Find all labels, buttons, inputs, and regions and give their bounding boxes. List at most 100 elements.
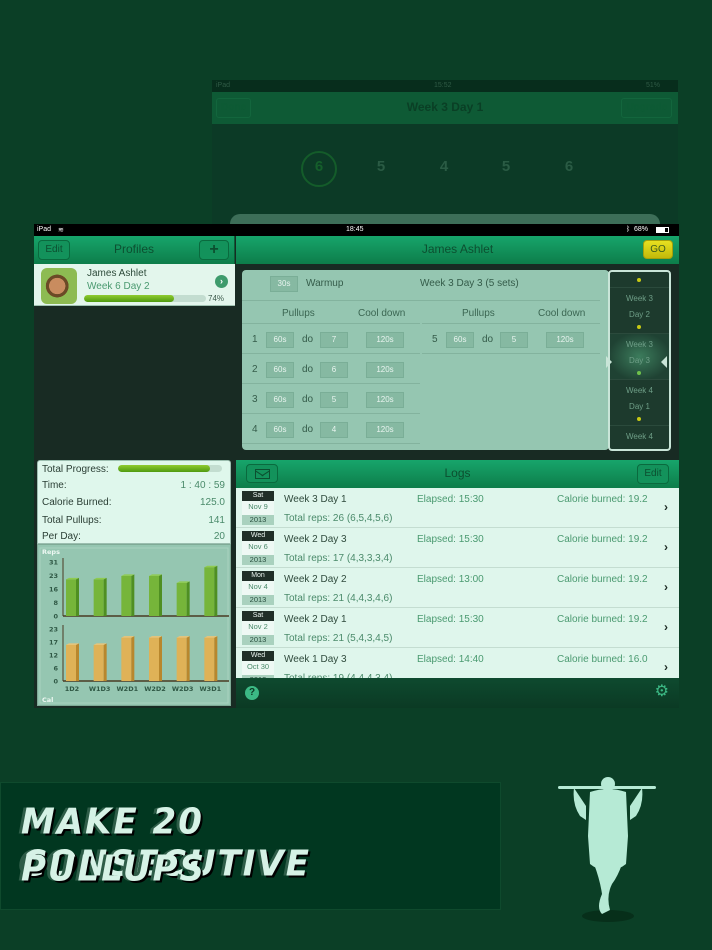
status-bar: iPad ≋ 18:45 ᛒ 68% bbox=[34, 224, 679, 236]
profile-detail-chevron-icon[interactable]: › bbox=[215, 275, 228, 288]
log-row[interactable]: Mon Nov 4 2013 Week 2 Day 2 Total reps: … bbox=[236, 568, 679, 608]
log-row[interactable]: Wed Nov 6 2013 Week 2 Day 3 Total reps: … bbox=[236, 528, 679, 568]
set-cooldown-field[interactable]: 120s bbox=[366, 362, 404, 378]
status-time: 18:45 bbox=[346, 226, 364, 233]
set-rest-field[interactable]: 60s bbox=[446, 332, 474, 348]
status-dot-icon bbox=[637, 417, 641, 421]
log-reps: Total reps: 26 (6,5,4,5,6) bbox=[284, 513, 393, 524]
bar-side bbox=[131, 574, 135, 616]
set-number: 4 bbox=[252, 424, 258, 435]
warmup-label: Warmup bbox=[306, 278, 344, 289]
col-pullups-header: Pullups bbox=[462, 308, 495, 319]
chart-top-label: Reps bbox=[42, 548, 60, 556]
set-cooldown-field[interactable]: 120s bbox=[366, 332, 404, 348]
warmup-duration-field[interactable]: 30s bbox=[270, 276, 298, 292]
log-year: 2013 bbox=[242, 635, 274, 645]
log-elapsed: Elapsed: 15:30 bbox=[417, 614, 484, 625]
stat-value: 1 : 40 : 59 bbox=[180, 480, 225, 491]
picker-item[interactable]: Week 3 Day 2 bbox=[610, 287, 669, 333]
set-rest-field[interactable]: 60s bbox=[266, 332, 294, 348]
go-button[interactable]: GO bbox=[643, 240, 673, 259]
bluetooth-icon: ᛒ bbox=[626, 226, 631, 233]
log-weekday: Sat bbox=[242, 491, 274, 501]
do-label: do bbox=[302, 394, 314, 405]
log-calories: Calorie burned: 19.2 bbox=[557, 574, 648, 585]
avatar bbox=[41, 268, 77, 304]
y-tick-label: 31 bbox=[49, 559, 59, 567]
log-weekday: Mon bbox=[242, 571, 274, 581]
bg-title: Week 3 Day 1 bbox=[406, 100, 484, 114]
help-icon[interactable]: ? bbox=[245, 686, 259, 700]
log-title: Week 3 Day 1 bbox=[284, 494, 347, 505]
do-label: do bbox=[302, 334, 314, 345]
y-tick-label: 12 bbox=[49, 652, 58, 660]
set-reps-field[interactable]: 5 bbox=[320, 392, 348, 408]
log-row[interactable]: Wed Oct 30 2013 Week 1 Day 3 Total reps:… bbox=[236, 648, 679, 678]
set-rest-field[interactable]: 60s bbox=[266, 362, 294, 378]
set-number: 3 bbox=[252, 394, 258, 405]
profile-progress-fill bbox=[84, 295, 175, 302]
set-rest-field[interactable]: 60s bbox=[266, 422, 294, 438]
picker-item[interactable]: Week 3 Day 1 bbox=[610, 272, 669, 286]
do-label: do bbox=[482, 334, 494, 345]
log-row[interactable]: Sat Nov 2 2013 Week 2 Day 1 Total reps: … bbox=[236, 608, 679, 648]
bg-battery: 51% bbox=[645, 82, 660, 89]
profile-header-bar: James Ashlet GO bbox=[236, 236, 679, 264]
col-cooldown-header: Cool down bbox=[538, 308, 586, 319]
profile-header-title: James Ashlet bbox=[421, 242, 494, 256]
set-cooldown-field[interactable]: 120s bbox=[546, 332, 584, 348]
picker-item[interactable]: Week 4 Day 1 bbox=[610, 379, 669, 425]
y-tick-label: 6 bbox=[53, 665, 58, 673]
y-tick-label: 0 bbox=[53, 613, 58, 621]
bar bbox=[121, 637, 132, 681]
bg-device-label: iPad bbox=[216, 82, 231, 89]
y-tick-label: 23 bbox=[49, 626, 58, 634]
banner-line-2: PULLUPS bbox=[21, 848, 207, 890]
calendar-badge: Wed Nov 6 2013 bbox=[242, 531, 274, 565]
set-reps-field[interactable]: 6 bbox=[320, 362, 348, 378]
log-row[interactable]: Sat Nov 9 2013 Week 3 Day 1 Total reps: … bbox=[236, 488, 679, 528]
log-date: Nov 9 bbox=[248, 502, 268, 511]
divider bbox=[242, 443, 420, 444]
edit-logs-button[interactable]: Edit bbox=[637, 464, 669, 484]
logs-list[interactable]: Sat Nov 9 2013 Week 3 Day 1 Total reps: … bbox=[236, 488, 679, 678]
y-tick-label: 16 bbox=[49, 586, 59, 594]
do-label: do bbox=[302, 424, 314, 435]
set-rest-field[interactable]: 60s bbox=[266, 392, 294, 408]
y-tick-label: 0 bbox=[53, 678, 58, 686]
bar bbox=[149, 575, 159, 616]
chart-svg: Reps Cal 31 23 16 8 0 23 17 12 6 0 1D2 W1D3 W2D1 W2D2 W2… bbox=[39, 547, 229, 704]
bar-side bbox=[214, 636, 218, 681]
bg-time: 15:52 bbox=[434, 82, 452, 89]
stat-row-pullups: Total Pullups: 141 bbox=[42, 515, 225, 529]
picker-item[interactable]: Week 4 bbox=[610, 425, 669, 449]
set-number: 2 bbox=[252, 364, 258, 375]
status-dot-icon bbox=[637, 371, 641, 375]
bar-side bbox=[159, 636, 162, 681]
bg-set: 6 bbox=[564, 158, 574, 175]
set-reps-field[interactable]: 7 bbox=[320, 332, 348, 348]
log-reps: Total reps: 17 (4,3,3,3,4) bbox=[284, 553, 393, 564]
gear-icon[interactable]: ⚙ bbox=[655, 684, 669, 700]
log-date: Nov 2 bbox=[248, 622, 268, 631]
add-profile-button[interactable]: + bbox=[199, 240, 229, 260]
set-reps-field[interactable]: 5 bbox=[500, 332, 528, 348]
set-reps-field[interactable]: 4 bbox=[320, 422, 348, 438]
stat-label: Per Day: bbox=[42, 531, 81, 542]
stat-row-per-day: Per Day: 20 bbox=[42, 531, 225, 545]
status-dot-icon bbox=[637, 325, 641, 329]
bar-side bbox=[131, 636, 135, 681]
stat-row-calories: Calorie Burned: 125.0 bbox=[42, 497, 225, 511]
log-title: Week 1 Day 3 bbox=[284, 654, 347, 665]
log-elapsed: Elapsed: 14:40 bbox=[417, 654, 484, 665]
log-calories: Calorie burned: 16.0 bbox=[557, 654, 648, 665]
set-cooldown-field[interactable]: 120s bbox=[366, 392, 404, 408]
y-tick-label: 8 bbox=[53, 599, 58, 607]
set-number: 1 bbox=[252, 334, 258, 345]
picker-right-indicator-icon bbox=[661, 356, 667, 368]
profile-current-day: Week 6 Day 2 bbox=[87, 281, 150, 292]
set-cooldown-field[interactable]: 120s bbox=[366, 422, 404, 438]
log-reps: Total reps: 21 (4,4,3,4,6) bbox=[284, 593, 393, 604]
bg-set: 4 bbox=[439, 158, 449, 175]
profile-list-item[interactable]: James Ashlet Week 6 Day 2 74% › bbox=[34, 264, 235, 306]
